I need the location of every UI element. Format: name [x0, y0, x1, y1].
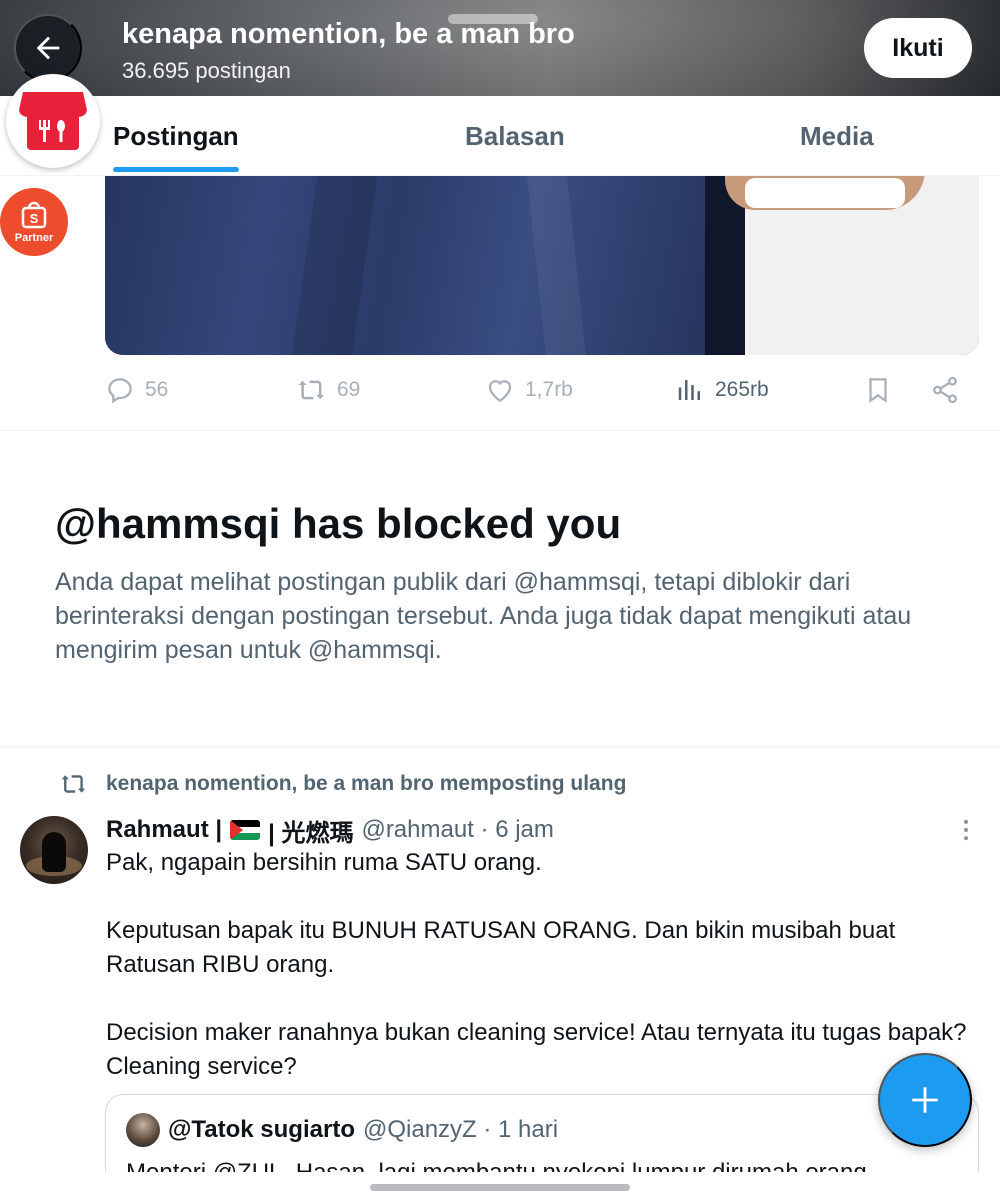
reply-button[interactable]: 56 [105, 368, 168, 412]
author-name-suffix[interactable]: | 光燃瑪 [268, 813, 353, 848]
food-store-badge[interactable] [6, 74, 100, 168]
compose-button[interactable] [878, 1053, 972, 1147]
blocked-title: @hammsqi has blocked you [55, 500, 622, 547]
like-button[interactable]: 1,7rb [485, 368, 573, 412]
tweet-paragraph: Decision maker ranahnya bukan cleaning s… [106, 1019, 967, 1080]
arrow-left-icon [36, 36, 60, 60]
share-button[interactable] [930, 368, 960, 412]
views-chart-icon [678, 380, 700, 400]
repost-count: 69 [337, 378, 361, 401]
share-icon [933, 376, 957, 404]
profile-name: kenapa nomention, be a man bro [122, 18, 575, 50]
blocked-description: Anda dapat melihat postingan publik dari… [55, 568, 912, 664]
post-count: 36.695 postingan [122, 58, 291, 83]
palestine-flag-icon [230, 820, 261, 840]
author-name[interactable]: Rahmaut | [106, 816, 222, 844]
bookmark-button[interactable] [863, 368, 893, 412]
tab-media[interactable]: Media [800, 96, 874, 176]
home-indicator[interactable] [370, 1184, 630, 1191]
like-count: 1,7rb [525, 378, 573, 401]
quote-avatar [126, 1113, 160, 1147]
profile-tabs: Postingan Balasan Media [0, 96, 1000, 176]
plus-icon [912, 1087, 938, 1113]
views-button[interactable]: 265rb [675, 368, 769, 412]
tweet-paragraph: Keputusan bapak itu BUNUH RATUSAN ORANG.… [106, 917, 896, 978]
active-tab-indicator [113, 167, 239, 172]
author-handle-time: @rahmaut · 6 jam [361, 816, 554, 843]
back-button[interactable] [14, 14, 82, 82]
quote-header: @Tatok sugiarto @QianzyZ · 1 hari [168, 1111, 558, 1149]
svg-text:S: S [30, 211, 39, 226]
post-media-image[interactable] [105, 150, 979, 355]
tab-postingan[interactable]: Postingan [113, 96, 239, 176]
more-vertical-icon [963, 819, 969, 841]
avatar[interactable] [20, 816, 88, 884]
repost-indicator[interactable]: kenapa nomention, be a man bro mempostin… [60, 768, 626, 800]
repost-button[interactable]: 69 [297, 368, 360, 412]
repost-icon [61, 775, 86, 793]
tweet-text: Pak, ngapain bersihin ruma SATU orang. K… [106, 846, 976, 1084]
repost-icon [298, 380, 324, 400]
divider [0, 746, 1000, 747]
bookmark-icon [869, 378, 887, 403]
shopping-bag-icon: S [21, 201, 47, 229]
partner-badge[interactable]: S Partner [0, 188, 68, 256]
repost-label: kenapa nomention, be a man bro mempostin… [106, 772, 627, 795]
follow-button[interactable]: Ikuti [864, 18, 972, 78]
divider [0, 430, 1000, 431]
quote-author-name: @Tatok sugiarto [168, 1116, 355, 1143]
tab-balasan[interactable]: Balasan [465, 96, 565, 176]
tweet-header: Rahmaut | | 光燃瑪 @rahmaut · 6 jam [106, 812, 554, 848]
post-action-bar: 56 69 1,7rb 265rb [105, 368, 979, 412]
reply-count: 56 [145, 378, 169, 401]
quote-handle-time: @QianzyZ · 1 hari [362, 1116, 559, 1143]
partner-label: Partner [14, 232, 54, 244]
tweet-paragraph: Pak, ngapain bersihin ruma SATU orang. [106, 849, 542, 876]
food-store-icon [19, 92, 87, 150]
reply-icon [108, 378, 132, 404]
more-options-button[interactable] [952, 816, 980, 844]
heart-icon [488, 380, 512, 402]
views-count: 265rb [715, 378, 769, 401]
